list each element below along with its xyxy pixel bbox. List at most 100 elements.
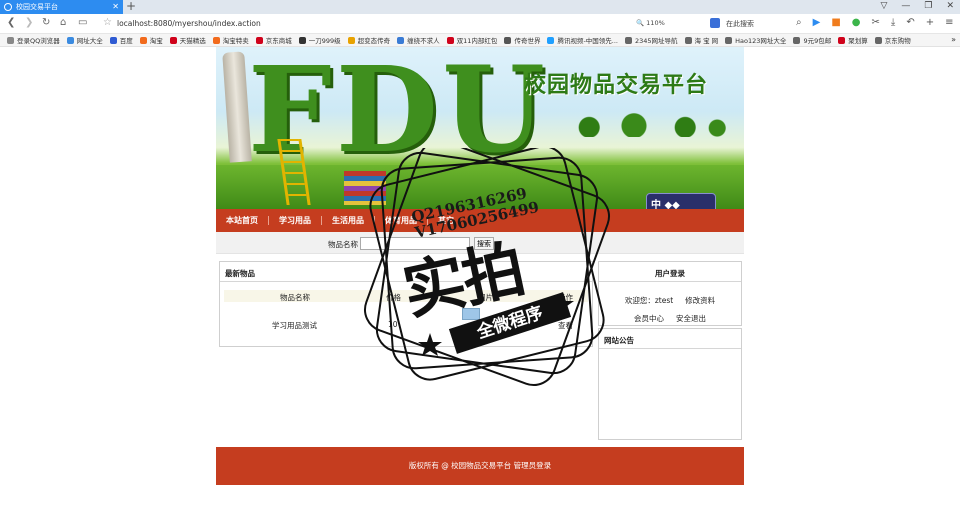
welcome-line: 欢迎您：ztest 修改资料 [599, 295, 741, 306]
tab-bar: 校园交易平台 ✕ + ▽ — ❐ ✕ [0, 0, 960, 14]
bookmark-favicon-icon [874, 36, 882, 44]
bookmark-favicon-icon [504, 36, 512, 44]
account-links: 会员中心 安全退出 [599, 313, 741, 324]
forward-icon[interactable]: ❯ [25, 17, 33, 28]
bookmark-label: 2345网址导航 [634, 37, 678, 45]
nav-daily-supplies[interactable]: 生活用品 [322, 216, 375, 225]
close-tab-icon[interactable]: ✕ [112, 2, 119, 11]
url-field[interactable]: localhost:8080/myershou/index.action [117, 19, 261, 28]
col-item-name: 物品名称 [280, 293, 310, 302]
search-engine-icon[interactable] [710, 18, 720, 28]
bookmark-label: 海 宝 网 [694, 37, 719, 45]
bookmark-item[interactable]: 京东购物 [874, 35, 911, 45]
site-notice-title: 网站公告 [599, 329, 741, 349]
menu-icon[interactable]: ≡ [945, 17, 953, 28]
bookmark-favicon-icon [347, 36, 355, 44]
site-notice-panel: 网站公告 [598, 328, 742, 440]
bookmark-favicon-icon [109, 36, 117, 44]
banner-books-image [344, 171, 386, 205]
video-icon[interactable]: ■ [831, 17, 840, 28]
back-icon[interactable]: ❮ [7, 17, 15, 28]
bookmark-item[interactable]: 缠绕不求人 [397, 35, 440, 45]
bookmark-label: 登录QQ浏览器 [17, 37, 60, 45]
bookmark-favicon-icon [139, 36, 147, 44]
admin-login-link[interactable]: 管理员登录 [514, 461, 552, 470]
bookmark-item[interactable]: 腾讯视频-中国领先... [547, 35, 618, 45]
bookmark-item[interactable]: 登录QQ浏览器 [7, 35, 60, 45]
bookmark-favicon-icon [397, 36, 405, 44]
globe-icon [4, 3, 12, 11]
reload-icon[interactable]: ↻ [42, 17, 50, 28]
play-icon[interactable]: ▶ [813, 17, 821, 28]
member-center-link[interactable]: 会员中心 [634, 314, 664, 323]
bookmark-item[interactable]: 网址大全 [66, 35, 103, 45]
zoom-level[interactable]: 🔍 110% [636, 19, 665, 27]
item-name-input[interactable] [360, 237, 470, 250]
logout-link[interactable]: 安全退出 [676, 314, 706, 323]
reader-icon[interactable]: ▭ [78, 17, 87, 28]
search-button[interactable]: 搜索 [474, 237, 494, 250]
undo-icon[interactable]: ↶ [906, 17, 914, 28]
bookmark-label: 缠绕不求人 [407, 37, 440, 45]
site-title: 校园物品交易平台 [524, 73, 709, 98]
bookmark-label: 9元9包邮 [803, 37, 832, 45]
nav-sports-supplies[interactable]: 体育用品 [375, 216, 428, 225]
nav-home[interactable]: 本站首页 [216, 216, 269, 225]
item-name-label: 物品名称 [328, 240, 358, 249]
item-price: 10 [388, 320, 398, 329]
bookmark-item[interactable]: Hao123网址大全 [725, 35, 786, 45]
welcome-text: 欢迎您：ztest [624, 296, 674, 305]
bookmark-favicon-icon [838, 36, 846, 44]
nav-other[interactable]: 其它 [428, 216, 464, 225]
bookmark-item[interactable]: 海 宝 网 [684, 35, 719, 45]
bookmark-favicon-icon [298, 36, 306, 44]
scissors-icon[interactable]: ✂ [872, 17, 880, 28]
bookmark-label: 腾讯视频-中国领先... [557, 37, 618, 45]
bookmark-item[interactable]: 百度 [109, 35, 133, 45]
window-controls: ▽ — ❐ ✕ [880, 1, 954, 11]
bookmark-item[interactable]: 淘宝 [139, 35, 163, 45]
plus-icon[interactable]: + [926, 17, 934, 28]
latest-items-panel: 最新物品 物品名称 价格 图片 操作 学习用品测试 10 查看 [219, 261, 593, 347]
bookmark-item[interactable]: 淘宝特卖 [212, 35, 249, 45]
bookmark-item[interactable]: 双11内部红包 [446, 35, 497, 45]
bookmark-item[interactable]: 天猫精选 [169, 35, 206, 45]
edit-profile-link[interactable]: 修改资料 [685, 296, 715, 305]
banner-game-badge[interactable]: 中 ◆◆ [646, 193, 716, 209]
search-icon[interactable]: ⌕ [796, 17, 802, 28]
item-search-row: 物品名称 搜索 [216, 232, 744, 254]
restore-button[interactable]: ❐ [924, 1, 932, 11]
tab-title: 校园交易平台 [16, 3, 58, 11]
download-icon[interactable]: ⤓ [891, 17, 895, 28]
bookmark-item[interactable]: 一刀999级 [298, 35, 341, 45]
nav-study-supplies[interactable]: 学习用品 [269, 216, 322, 225]
bookmark-item[interactable]: 2345网址导航 [624, 35, 678, 45]
latest-items-header: 物品名称 价格 图片 操作 [224, 290, 588, 302]
new-tab-button[interactable]: + [126, 0, 136, 13]
active-tab[interactable]: 校园交易平台 ✕ [0, 0, 123, 14]
bookmark-favicon-icon [169, 36, 177, 44]
star-icon[interactable]: ☆ [103, 17, 112, 28]
bookmark-item[interactable]: 传奇世界 [504, 35, 540, 45]
table-row: 学习用品测试 10 查看 [224, 308, 588, 331]
bookmark-item[interactable]: 超变态传奇 [347, 35, 391, 45]
bookmark-item[interactable]: 9元9包邮 [793, 35, 831, 45]
bookmark-item[interactable]: 京东商城 [255, 35, 292, 45]
wechat-icon[interactable]: ● [852, 17, 861, 28]
close-window-button[interactable]: ✕ [946, 1, 954, 11]
minimize-button[interactable]: — [901, 1, 910, 11]
bookmarks-more-icon[interactable]: » [951, 35, 956, 44]
bookmark-label: 聚划算 [848, 37, 868, 45]
bookmark-label: 淘宝 [149, 37, 163, 45]
item-thumbnail[interactable] [462, 308, 480, 320]
home-icon[interactable]: ⌂ [60, 17, 66, 28]
view-link[interactable]: 查看 [558, 320, 573, 331]
bookmark-item[interactable]: 聚划算 [838, 35, 868, 45]
bookmark-label: 超变态传奇 [357, 37, 391, 45]
bookmark-favicon-icon [255, 36, 263, 44]
bookmark-favicon-icon [446, 36, 454, 44]
tab-list-icon[interactable]: ▽ [880, 1, 887, 11]
item-name[interactable]: 学习用品测试 [272, 320, 317, 331]
bookmark-favicon-icon [684, 36, 692, 44]
browser-search-input[interactable]: 在此搜索 [726, 19, 754, 29]
